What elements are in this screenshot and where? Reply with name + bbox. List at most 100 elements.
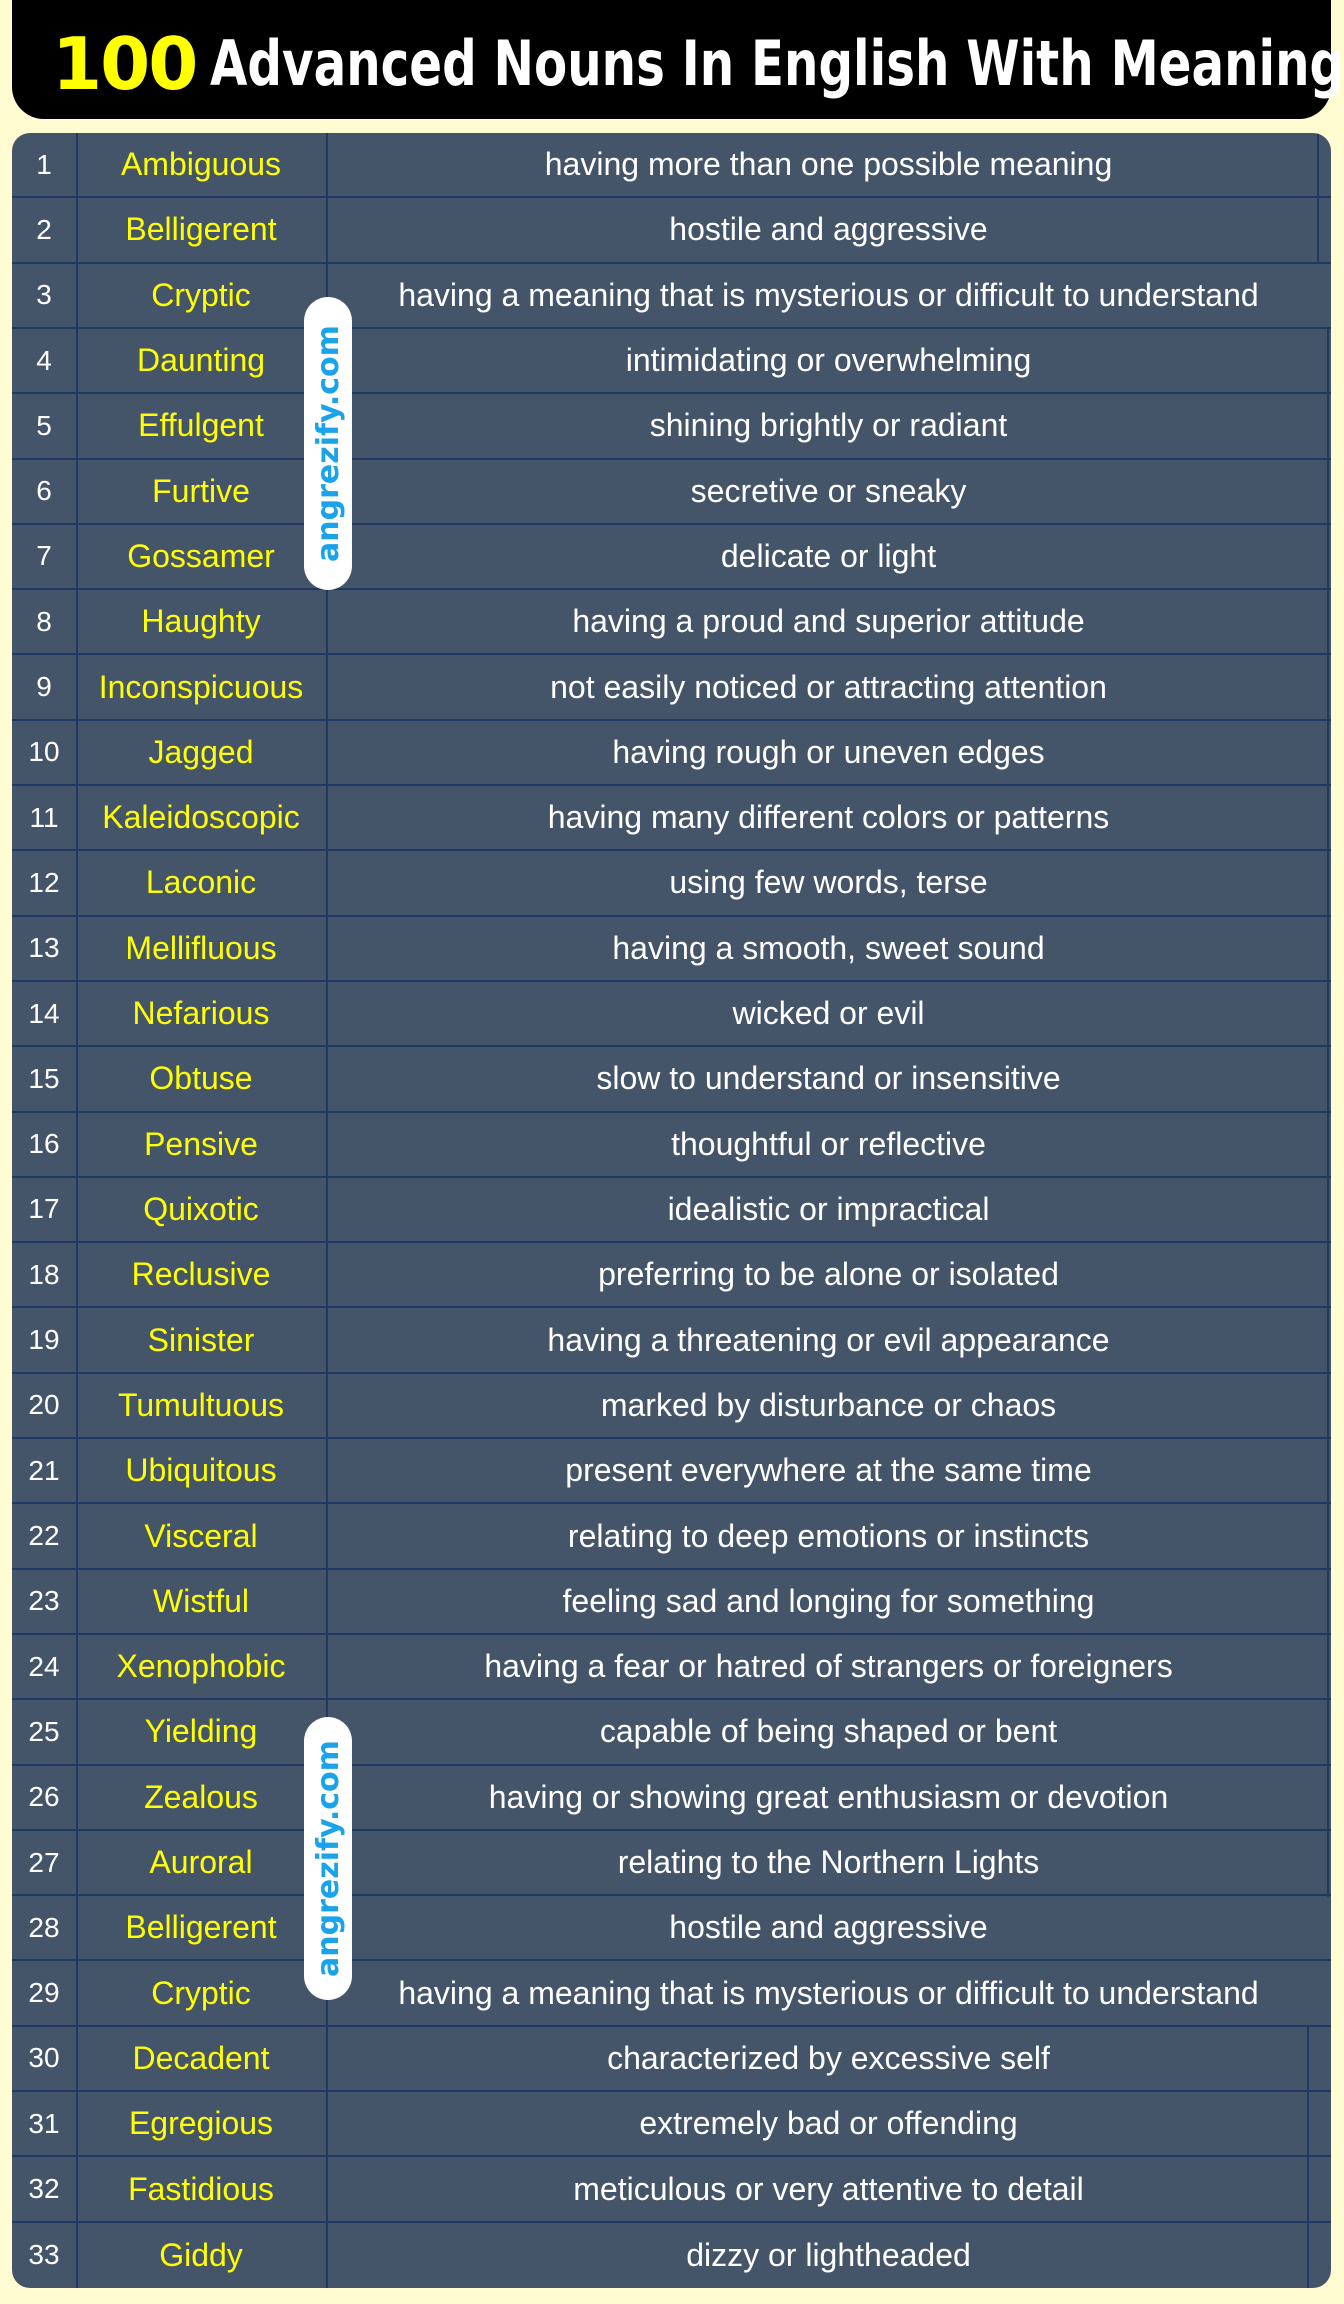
vocab-word: Decadent [132, 2039, 270, 2076]
vocab-word: Xenophobic [116, 1648, 286, 1685]
word-meaning: intimidating or overwhelming [625, 342, 1032, 379]
table-row: 33 Giddy dizzy or lightheaded [12, 2223, 1331, 2288]
table-row: 12 Laconic using few words, terse [12, 851, 1331, 917]
vocab-word: Quixotic [143, 1190, 259, 1227]
vocabulary-table: 1 Ambiguous having more than one possible … [12, 133, 1331, 2288]
word-meaning: secretive or sneaky [690, 472, 967, 509]
table-row: 11 Kaleidoscopic having many different col… [12, 786, 1331, 852]
vocab-word: Auroral [149, 1844, 253, 1881]
word-meaning: thoughtful or reflective [671, 1125, 986, 1162]
table-row: 20 Tumultuous marked by disturbance or cha… [12, 1374, 1331, 1440]
row-number: 4 [36, 344, 52, 376]
vocab-word: Giddy [159, 2236, 243, 2273]
table-row: 30 Decadent characterized by excessive sel… [12, 2027, 1331, 2093]
row-number: 19 [28, 1324, 60, 1356]
word-meaning: marked by disturbance or chaos [600, 1386, 1057, 1423]
row-number: 13 [28, 932, 60, 964]
word-meaning: feeling sad and longing for something [562, 1582, 1095, 1619]
vocab-word: Tumultuous [118, 1386, 284, 1423]
vocab-word: Visceral [144, 1517, 258, 1554]
vocab-word: Daunting [136, 342, 266, 379]
row-number: 15 [28, 1062, 60, 1094]
vocab-word: Reclusive [131, 1256, 271, 1293]
row-number: 11 [29, 801, 59, 833]
word-meaning: having a proud and superior attitude [572, 603, 1085, 640]
word-meaning: relating to deep emotions or instincts [567, 1517, 1090, 1554]
word-meaning: using few words, terse [669, 864, 988, 901]
table-row: 18 Reclusive preferring to be alone or iso… [12, 1243, 1331, 1309]
row-number: 14 [28, 997, 60, 1029]
row-number: 32 [28, 2173, 60, 2205]
vocab-word: Furtive [152, 472, 250, 509]
vocab-word: Haughty [141, 603, 261, 640]
word-meaning: meticulous or very attentive to detail [573, 2170, 1084, 2207]
word-meaning: slow to understand or insensitive [596, 1060, 1061, 1097]
table-row: 13 Mellifluous having a smooth, sweet soun… [12, 917, 1331, 982]
table-row: 28 Belligerent hostile and aggressive [12, 1896, 1331, 1962]
row-number: 27 [28, 1846, 60, 1878]
row-number: 2 [36, 213, 52, 245]
vocab-word: Yielding [144, 1713, 258, 1750]
vocab-word: Ubiquitous [125, 1452, 277, 1489]
word-meaning: preferring to be alone or isolated [598, 1256, 1059, 1293]
row-number: 9 [36, 671, 52, 703]
page-title: Advanced Nouns In English With Meaning [210, 27, 1344, 100]
word-meaning: extremely bad or offending [639, 2105, 1018, 2142]
table-row: 9 Inconspicuous not easily noticed or attr… [12, 655, 1331, 721]
word-meaning: having many different colors or patterns [547, 799, 1110, 836]
table-row: 16 Pensive thoughtful or reflective [12, 1113, 1331, 1178]
vocab-word: Mellifluous [125, 929, 277, 966]
word-meaning: not easily noticed or attracting attenti… [550, 668, 1107, 705]
table-row: 22 Visceral relating to deep emotions or i… [12, 1504, 1331, 1570]
word-meaning: dizzy or lightheaded [686, 2236, 971, 2273]
row-number: 20 [28, 1389, 60, 1421]
vocab-word: Fastidious [128, 2170, 274, 2207]
table-row: 8 Haughty having a proud and superior atti… [12, 590, 1331, 656]
vocab-word: Jagged [148, 733, 254, 770]
row-number: 24 [28, 1650, 60, 1682]
word-meaning: capable of being shaped or bent [599, 1713, 1058, 1750]
row-number: 29 [28, 1977, 60, 2009]
row-number: 3 [36, 279, 52, 311]
table-row: 6 Furtive secretive or sneaky [12, 460, 1331, 525]
table-row: 10 Jagged having rough or uneven edges [12, 721, 1331, 787]
table-row: 25 Yielding capable of being shaped or ben… [12, 1700, 1331, 1766]
table-row: 15 Obtuse slow to understand or insensitiv… [12, 1047, 1331, 1113]
row-number: 18 [28, 1258, 60, 1290]
row-number: 30 [28, 2042, 60, 2074]
table-row: 2 Belligerent hostile and aggressive [12, 198, 1331, 264]
table-row: 3 Cryptic having a meaning that is mysteri… [12, 264, 1331, 329]
word-meaning: having a meaning that is mysterious or d… [398, 1974, 1259, 2011]
table-row: 4 Daunting intimidating or overwhelming [12, 329, 1331, 395]
row-number: 23 [28, 1585, 60, 1617]
vocab-word: Kaleidoscopic [102, 799, 300, 836]
word-meaning: hostile and aggressive [669, 211, 988, 248]
row-number: 17 [28, 1193, 60, 1225]
title-number: 100 [52, 21, 198, 106]
row-number: 1 [36, 148, 52, 180]
vocab-word: Obtuse [149, 1060, 253, 1097]
row-number: 5 [36, 409, 52, 441]
table-row: 5 Effulgent shining brightly or radiant [12, 394, 1331, 460]
watermark-text: angrezify.com [310, 325, 346, 562]
vocab-word: Cryptic [151, 1974, 251, 2011]
row-number: 8 [36, 605, 52, 637]
vocab-word: Ambiguous [120, 146, 282, 183]
word-meaning: hostile and aggressive [669, 1909, 988, 1946]
vocab-word: Inconspicuous [98, 668, 304, 705]
row-number: 10 [28, 736, 60, 768]
word-meaning: shining brightly or radiant [649, 407, 1008, 444]
vocab-word: Zealous [144, 1778, 258, 1815]
table-row: 32 Fastidious meticulous or very attentive… [12, 2157, 1331, 2223]
word-meaning: delicate or light [720, 537, 937, 574]
row-number: 31 [28, 2107, 60, 2139]
row-number: 21 [28, 1454, 60, 1486]
vocab-word: Sinister [147, 1321, 255, 1358]
word-meaning: present everywhere at the same time [565, 1452, 1092, 1489]
title-banner: 100 Advanced Nouns In English With Meani… [12, 0, 1344, 119]
vocab-word: Pensive [144, 1125, 258, 1162]
table-row: 23 Wistful feeling sad and longing for som… [12, 1570, 1331, 1635]
table-row: 1 Ambiguous having more than one possible … [12, 133, 1331, 199]
row-number: 7 [36, 540, 52, 572]
table-row: 14 Nefarious wicked or evil [12, 982, 1331, 1048]
